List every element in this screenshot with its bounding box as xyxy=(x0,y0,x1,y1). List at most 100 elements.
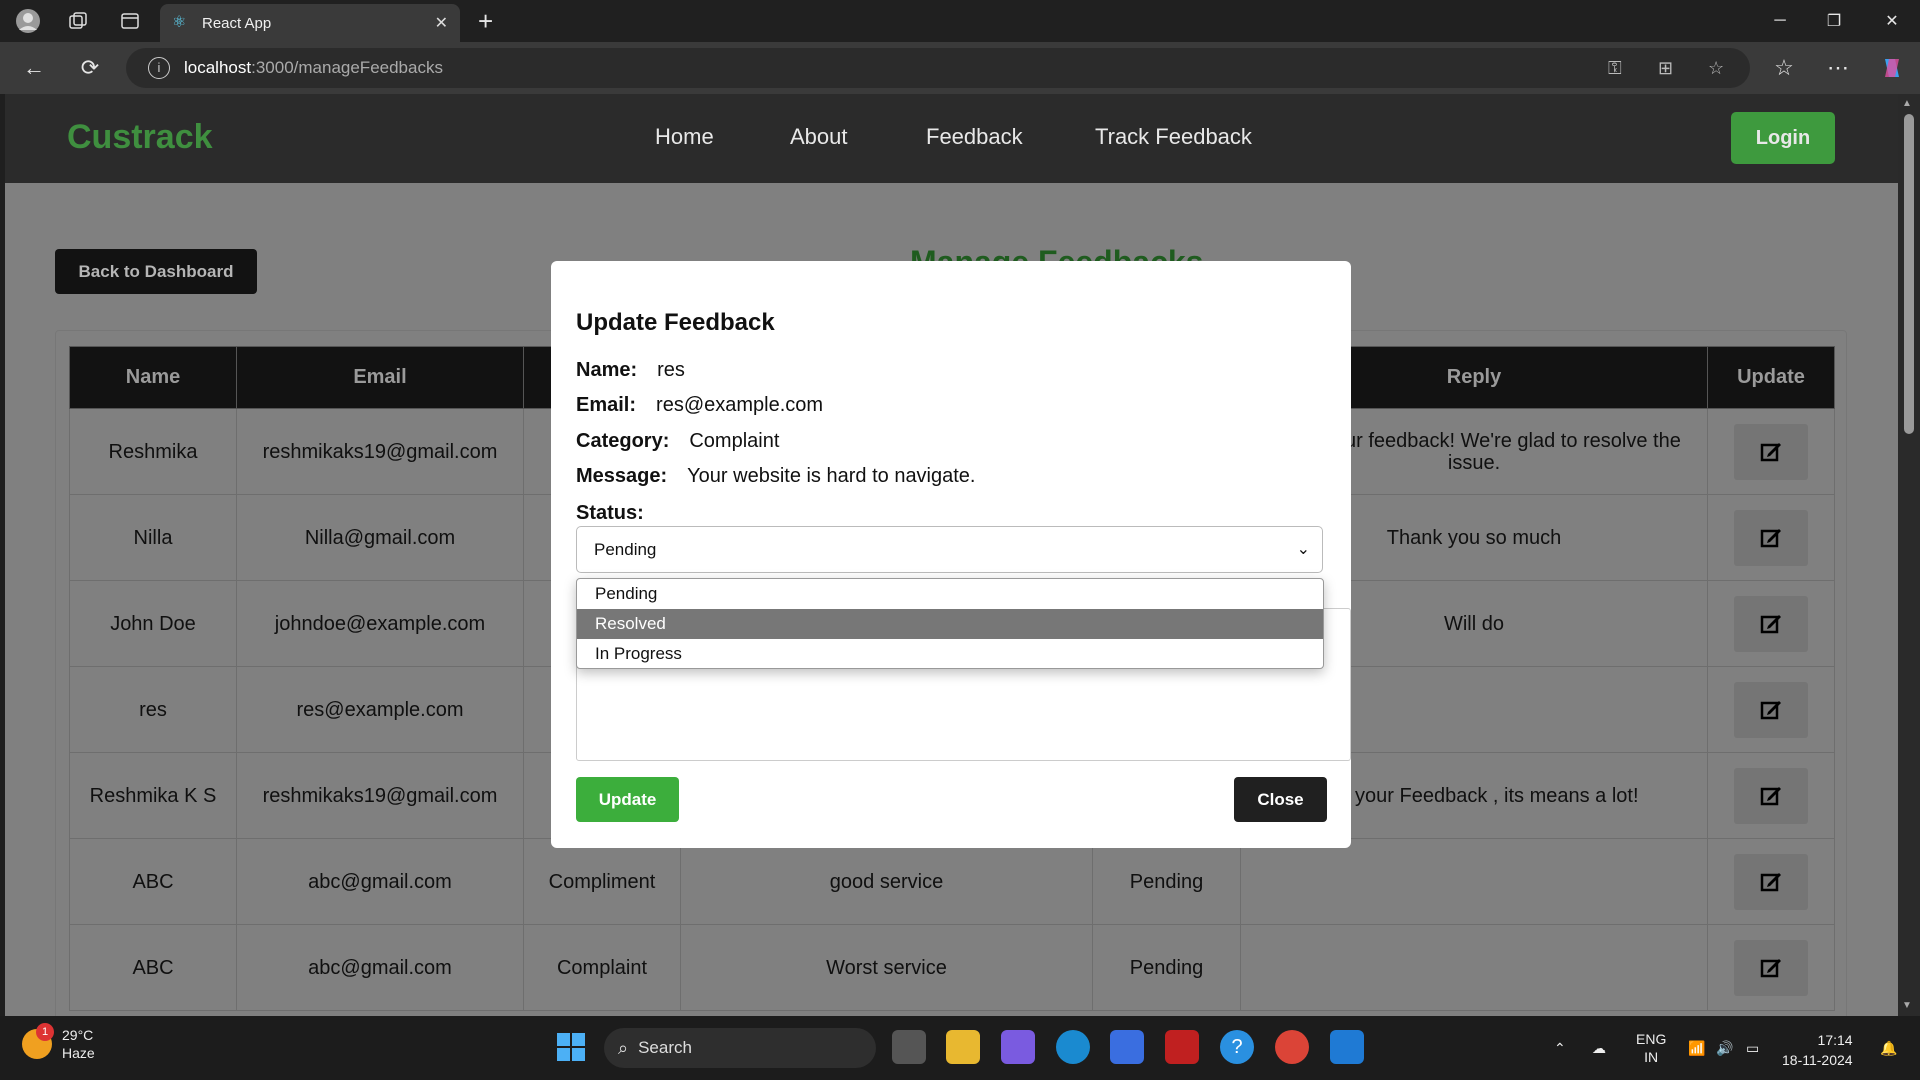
start-icon[interactable] xyxy=(554,1030,588,1064)
login-button[interactable]: Login xyxy=(1731,112,1835,164)
browser-titlebar: ⚛ React App ✕ + ─ ❐ ✕ xyxy=(0,0,1920,42)
favorites-icon[interactable]: ☆ xyxy=(1768,52,1800,84)
email-row: Email: res@example.com xyxy=(576,394,823,417)
weather-icon: 1 xyxy=(22,1023,54,1059)
cell-email: johndoe@example.com xyxy=(236,580,524,667)
site-navbar: Custrack Home About Feedback Track Feedb… xyxy=(5,94,1898,183)
cell-name: Reshmika xyxy=(69,408,237,495)
category-value: Complaint xyxy=(689,430,780,452)
cell-email: reshmikaks19@gmail.com xyxy=(236,408,524,495)
workspaces-icon[interactable] xyxy=(62,5,94,37)
onedrive-icon[interactable]: ☁ xyxy=(1592,1016,1606,1080)
edit-icon xyxy=(1760,614,1781,633)
more-menu-icon[interactable]: ⋯ xyxy=(1822,52,1854,84)
window-close-icon[interactable]: ✕ xyxy=(1864,0,1920,42)
status-dropdown-list: Pending Resolved In Progress xyxy=(576,578,1324,669)
nav-about[interactable]: About xyxy=(790,124,848,150)
modal-title: Update Feedback xyxy=(576,309,775,336)
cell-update xyxy=(1707,494,1835,581)
col-email: Email xyxy=(236,346,524,409)
copilot-icon[interactable] xyxy=(1876,52,1908,84)
edit-button[interactable] xyxy=(1734,595,1808,652)
edit-button[interactable] xyxy=(1734,681,1808,738)
status-selected-value: Pending xyxy=(594,539,657,559)
edit-icon xyxy=(1760,700,1781,719)
chevron-down-icon: ⌄ xyxy=(1296,541,1310,558)
profile-icon[interactable] xyxy=(12,5,44,37)
nav-track-feedback[interactable]: Track Feedback xyxy=(1095,124,1252,150)
favorite-star-icon[interactable]: ☆ xyxy=(1708,48,1724,88)
table-row: ABC abc@gmail.com Compliment good service Pe… xyxy=(69,838,1835,925)
vscode-icon[interactable] xyxy=(1330,1030,1364,1064)
status-option-resolved[interactable]: Resolved xyxy=(577,609,1323,639)
tab-title: React App xyxy=(202,14,272,32)
close-button[interactable]: Close xyxy=(1234,777,1327,822)
site-info-icon[interactable]: i xyxy=(148,57,170,79)
edit-button[interactable] xyxy=(1734,423,1808,480)
status-select[interactable]: Pending ⌄ xyxy=(576,526,1323,573)
wifi-icon[interactable]: 📶 xyxy=(1688,1016,1705,1080)
clock-time: 17:14 xyxy=(1817,1032,1853,1048)
cell-email: res@example.com xyxy=(236,666,524,753)
task-view-icon[interactable] xyxy=(892,1030,926,1064)
back-to-dashboard-button[interactable]: Back to Dashboard xyxy=(55,249,257,294)
scroll-up-icon[interactable]: ▲ xyxy=(1902,98,1912,109)
name-value: res xyxy=(657,359,685,381)
weather-desc: Haze xyxy=(62,1045,95,1061)
scroll-down-icon[interactable]: ▼ xyxy=(1902,1000,1912,1011)
copilot-app-icon[interactable] xyxy=(1001,1030,1035,1064)
cell-reply xyxy=(1240,924,1708,1011)
cell-reply xyxy=(1240,838,1708,925)
edit-button[interactable] xyxy=(1734,853,1808,910)
cell-name: Nilla xyxy=(69,494,237,581)
file-explorer-icon[interactable] xyxy=(946,1030,980,1064)
battery-icon[interactable]: ▭ xyxy=(1746,1016,1759,1080)
password-key-icon[interactable]: ⚿ xyxy=(1608,48,1622,88)
volume-icon[interactable]: 🔊 xyxy=(1716,1016,1733,1080)
store-icon[interactable] xyxy=(1110,1030,1144,1064)
edit-button[interactable] xyxy=(1734,939,1808,996)
weather-badge: 1 xyxy=(36,1023,54,1041)
back-icon[interactable]: ← xyxy=(18,52,50,84)
search-icon: ⌕ xyxy=(618,1037,629,1058)
new-tab-icon[interactable]: + xyxy=(478,6,493,37)
minimize-icon[interactable]: ─ xyxy=(1752,0,1808,42)
nav-feedback[interactable]: Feedback xyxy=(926,124,1023,150)
close-tab-icon[interactable]: ✕ xyxy=(435,13,448,33)
taskbar-search[interactable]: ⌕ Search xyxy=(604,1028,876,1068)
email-value: res@example.com xyxy=(656,394,824,416)
app-available-icon[interactable]: ⊞ xyxy=(1658,48,1673,88)
cell-update xyxy=(1707,580,1835,667)
help-icon[interactable]: ? xyxy=(1220,1030,1254,1064)
tray-chevron-icon[interactable]: ⌃ xyxy=(1554,1016,1566,1080)
nav-home[interactable]: Home xyxy=(655,124,714,150)
tab-react-app[interactable]: ⚛ React App ✕ xyxy=(160,4,460,42)
taskbar-clock[interactable]: 17:14 18-11-2024 xyxy=(1782,1030,1853,1070)
notifications-icon[interactable]: 🔔 xyxy=(1880,1016,1897,1080)
address-bar-row: ← ⟳ i localhost:3000/manageFeedbacks ⚿ ⊞… xyxy=(0,42,1920,94)
edit-button[interactable] xyxy=(1734,509,1808,566)
refresh-icon[interactable]: ⟳ xyxy=(74,52,106,84)
scrollbar-thumb[interactable] xyxy=(1904,114,1914,434)
status-option-in-progress[interactable]: In Progress xyxy=(577,639,1323,669)
url-input[interactable]: i localhost:3000/manageFeedbacks ⚿ ⊞ ☆ xyxy=(126,48,1750,88)
chrome-icon[interactable] xyxy=(1275,1030,1309,1064)
windows-taskbar: 1 29°C Haze ⌕ Search ? ⌃ ☁ ENG IN 📶 🔊 ▭ … xyxy=(0,1016,1920,1080)
page-scrollbar[interactable]: ▲ ▼ xyxy=(1898,94,1920,1016)
update-button[interactable]: Update xyxy=(576,777,679,822)
cell-name: Reshmika K S xyxy=(69,752,237,839)
edit-button[interactable] xyxy=(1734,767,1808,824)
cell-name: John Doe xyxy=(69,580,237,667)
cell-update xyxy=(1707,838,1835,925)
language-indicator[interactable]: ENG IN xyxy=(1636,1016,1666,1080)
email-label: Email: xyxy=(576,394,637,416)
status-option-pending[interactable]: Pending xyxy=(577,579,1323,609)
brand-logo[interactable]: Custrack xyxy=(67,118,213,157)
tab-actions-icon[interactable] xyxy=(114,5,146,37)
cell-category: Compliment xyxy=(523,838,681,925)
restore-icon[interactable]: ❐ xyxy=(1806,0,1862,42)
lang-top: ENG xyxy=(1636,1031,1667,1047)
mcafee-icon[interactable] xyxy=(1165,1030,1199,1064)
weather-widget[interactable]: 1 29°C Haze xyxy=(22,1023,95,1062)
edge-icon[interactable] xyxy=(1056,1030,1090,1064)
